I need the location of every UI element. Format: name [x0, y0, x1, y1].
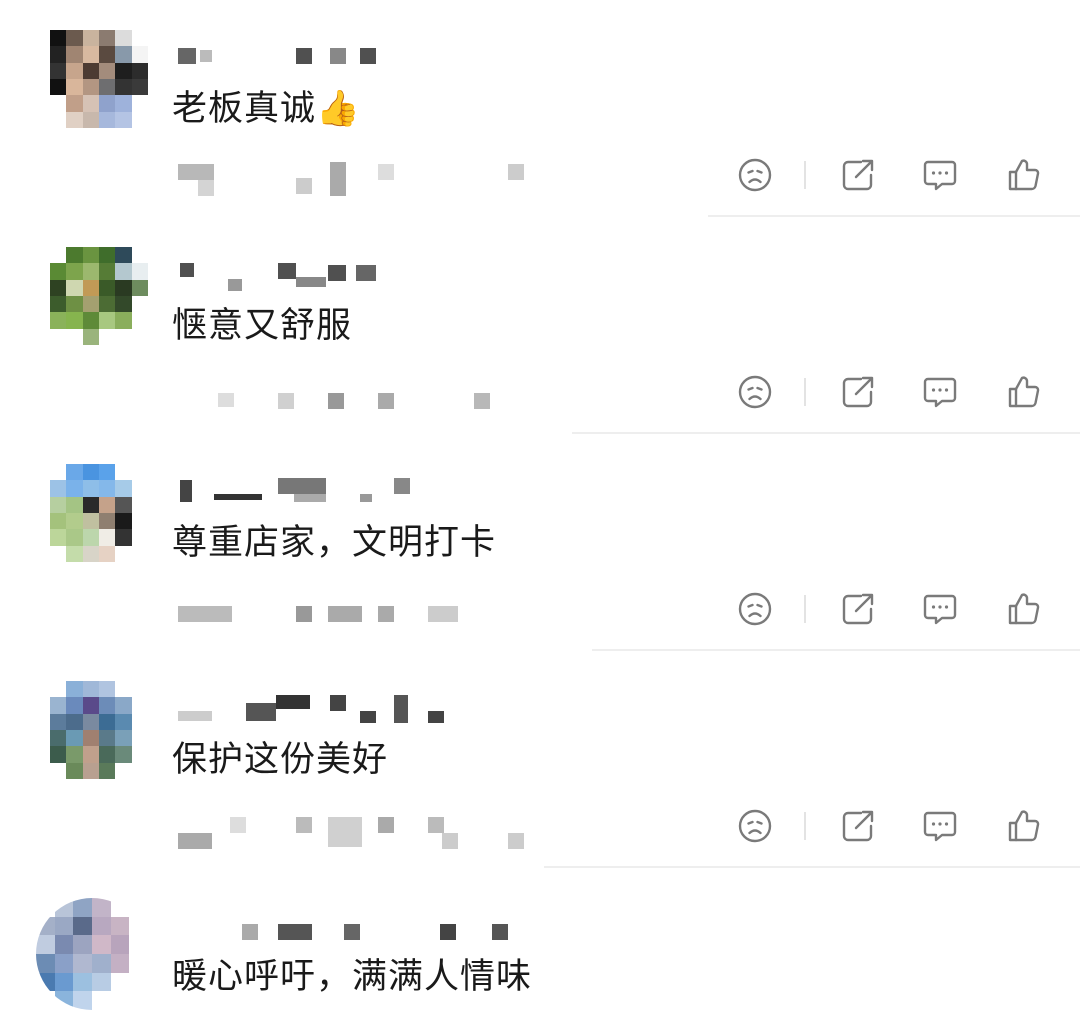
- comment-item: 保护这份美好: [0, 651, 1080, 868]
- thumbs-up-icon: [1008, 593, 1040, 625]
- comment-bubble-icon: [923, 160, 957, 191]
- like-button[interactable]: [1004, 589, 1044, 629]
- comment-bubble-icon: [923, 594, 957, 625]
- avatar[interactable]: [50, 247, 148, 345]
- reply-button[interactable]: [920, 155, 960, 195]
- like-button[interactable]: [1004, 806, 1044, 846]
- avatar[interactable]: [36, 898, 148, 1010]
- sad-face-icon: [738, 592, 772, 626]
- share-icon: [842, 593, 874, 625]
- reply-button[interactable]: [920, 372, 960, 412]
- avatar[interactable]: [50, 681, 148, 779]
- reply-button[interactable]: [920, 589, 960, 629]
- comment-text: 保护这份美好: [172, 740, 389, 780]
- comment-meta: [178, 160, 538, 200]
- thumbs-up-icon: [1008, 159, 1040, 191]
- comment-bubble-icon: [923, 811, 957, 842]
- sad-face-icon: [738, 158, 772, 192]
- share-icon: [842, 159, 874, 191]
- comment-actions: [730, 372, 1060, 412]
- comment-meta: [178, 391, 538, 431]
- action-separator: [804, 595, 806, 623]
- sad-face-icon: [738, 809, 772, 843]
- comment-text: 惬意又舒服: [172, 306, 353, 346]
- comment-meta: [178, 817, 538, 857]
- action-separator: [804, 161, 806, 189]
- dislike-button[interactable]: [735, 589, 775, 629]
- comment-meta: [178, 604, 538, 644]
- dislike-button[interactable]: [735, 372, 775, 412]
- comment-item: 暖心呼吁，满满人情味: [0, 868, 1080, 1010]
- comment-text: 尊重店家，文明打卡: [172, 523, 497, 563]
- thumbs-up-icon: [1008, 810, 1040, 842]
- share-button[interactable]: [838, 589, 878, 629]
- username[interactable]: [178, 257, 478, 291]
- username[interactable]: [178, 908, 508, 940]
- comment-text: 老板真诚👍: [172, 89, 361, 129]
- dislike-button[interactable]: [735, 155, 775, 195]
- comment-actions: [730, 806, 1060, 846]
- avatar[interactable]: [50, 464, 148, 562]
- sad-face-icon: [738, 375, 772, 409]
- share-button[interactable]: [838, 372, 878, 412]
- username[interactable]: [178, 40, 478, 70]
- action-separator: [804, 812, 806, 840]
- comment-actions: [730, 589, 1060, 629]
- avatar[interactable]: [50, 30, 148, 128]
- share-icon: [842, 810, 874, 842]
- comment-item: 惬意又舒服: [0, 217, 1080, 434]
- comment-item: 老板真诚👍: [0, 0, 1080, 217]
- thumbs-up-icon: [1008, 376, 1040, 408]
- like-button[interactable]: [1004, 155, 1044, 195]
- reply-button[interactable]: [920, 806, 960, 846]
- username[interactable]: [178, 691, 478, 723]
- comment-actions: [730, 155, 1060, 195]
- dislike-button[interactable]: [735, 806, 775, 846]
- comment-bubble-icon: [923, 377, 957, 408]
- action-separator: [804, 378, 806, 406]
- share-button[interactable]: [838, 155, 878, 195]
- comment-text: 暖心呼吁，满满人情味: [172, 957, 533, 997]
- comment-item: 尊重店家，文明打卡: [0, 434, 1080, 651]
- username[interactable]: [178, 474, 478, 504]
- share-button[interactable]: [838, 806, 878, 846]
- share-icon: [842, 376, 874, 408]
- like-button[interactable]: [1004, 372, 1044, 412]
